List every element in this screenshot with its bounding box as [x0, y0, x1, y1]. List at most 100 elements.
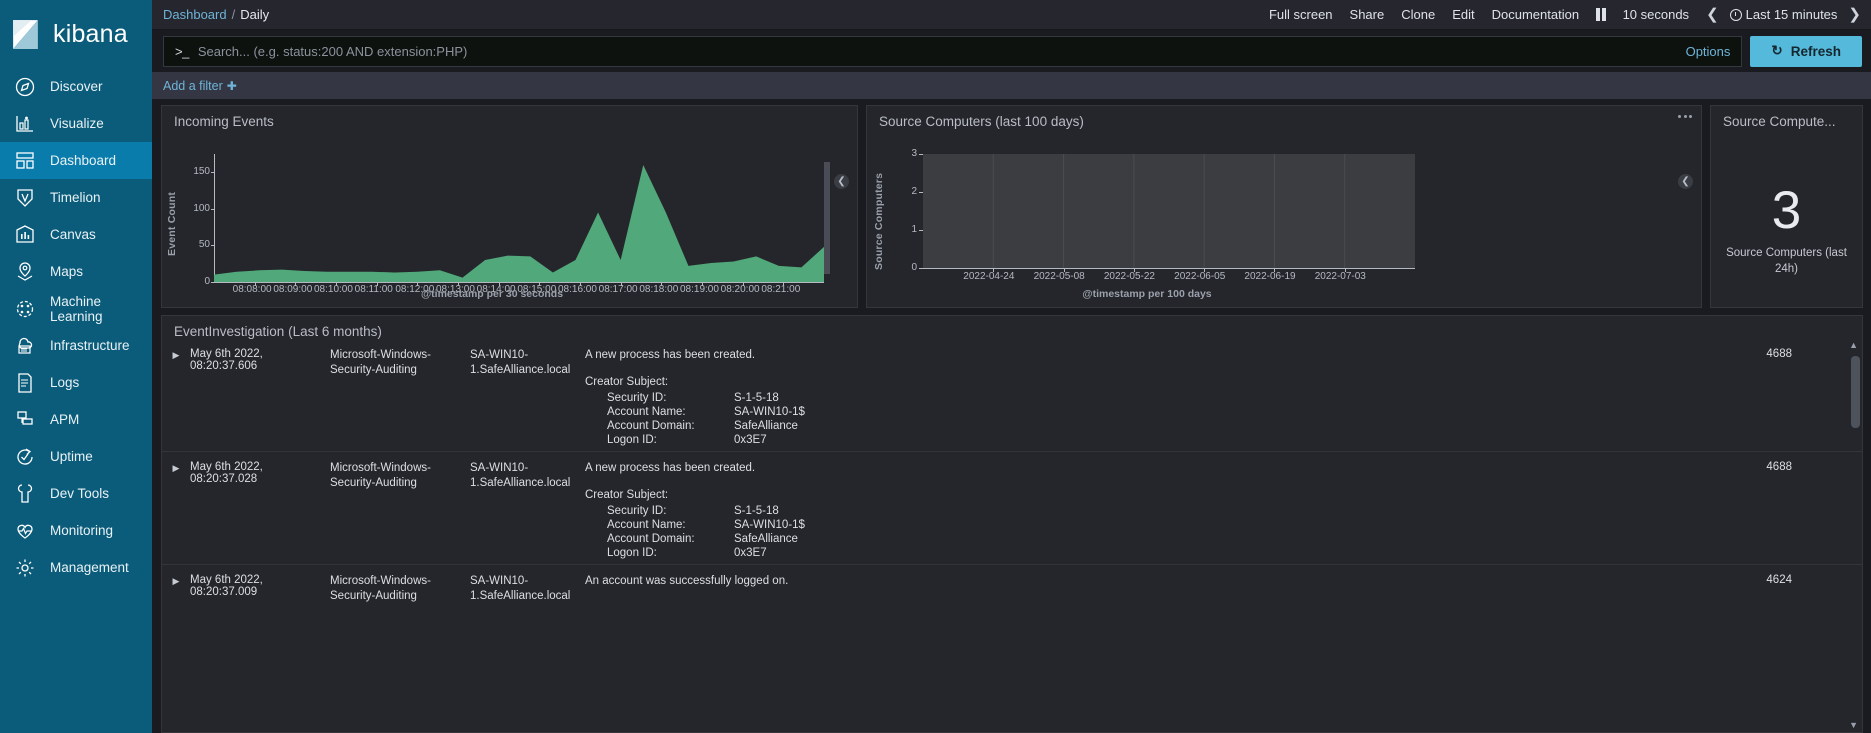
sidebar-item-label: Dev Tools: [50, 486, 110, 501]
event-message: An account was successfully logged on.: [585, 575, 789, 588]
kibana-logo-icon: [9, 18, 42, 51]
incoming-events-area-plot: [214, 164, 824, 282]
terminal-prompt-icon: >_: [175, 43, 189, 59]
sidebar-item-label: Discover: [50, 79, 103, 94]
event-provider: Microsoft-Windows-Security-Auditing: [330, 349, 431, 376]
y-tick-label: 0: [911, 262, 917, 273]
sidebar-item-label: Logs: [50, 375, 80, 390]
breadcrumb-current: Daily: [240, 7, 270, 22]
y-tick-label: 1: [911, 224, 917, 235]
top-bar-actions: Full screen Share Clone Edit Documentati…: [1269, 7, 1861, 22]
x-tick-mark: [1063, 268, 1065, 272]
x-tick-mark: [620, 282, 622, 286]
x-tick-label: 2022-05-22: [1103, 271, 1155, 282]
event-host: SA-WIN10-1.SafeAlliance.local: [470, 349, 571, 376]
clock-icon: [1729, 8, 1742, 21]
table-row[interactable]: ▶ May 6th 2022, 08:20:37.606 Microsoft-Win…: [162, 339, 1862, 451]
event-detail-line: Logon ID: 0x3E7: [585, 433, 1742, 447]
timelion-icon: [14, 187, 36, 209]
event-detail-line: Security ID: S-1-5-18: [585, 504, 1742, 518]
sidebar-item-visualize[interactable]: Visualize: [0, 105, 152, 142]
x-tick-mark: [1344, 268, 1346, 272]
breadcrumb-dashboard[interactable]: Dashboard: [163, 7, 227, 22]
metric-label: Source Computers (last 24h): [1726, 247, 1847, 275]
y-tick-label: 0: [204, 276, 210, 287]
pause-icon[interactable]: [1596, 8, 1606, 21]
event-detail-key: Account Domain:: [607, 420, 695, 433]
sidebar-item-dashboard[interactable]: Dashboard: [0, 142, 152, 179]
sidebar-item-management[interactable]: Management: [0, 549, 152, 586]
refresh-interval-label[interactable]: 10 seconds: [1623, 7, 1690, 22]
sidebar-item-machine-learning[interactable]: Machine Learning: [0, 290, 152, 327]
x-tick-mark: [295, 282, 297, 286]
event-detail-key: Security ID:: [607, 392, 667, 405]
refresh-icon: ↻: [1771, 43, 1783, 58]
event-provider: Microsoft-Windows-Security-Auditing: [330, 462, 431, 490]
search-box[interactable]: >_ Options: [163, 35, 1743, 67]
caret-up-icon[interactable]: ▲: [1849, 340, 1858, 350]
table-scrollbar[interactable]: ▲ ▼: [1849, 340, 1860, 730]
dashboard-board: Incoming Events Event Count 0 50 100 150 08…: [152, 99, 1871, 733]
x-tick-mark: [1274, 268, 1276, 272]
collapse-panel-icon-source[interactable]: ❮: [1678, 174, 1693, 189]
sidebar-item-dev-tools[interactable]: Dev Tools: [0, 475, 152, 512]
x-tick-label: 2022-07-03: [1314, 271, 1366, 282]
query-bar: >_ Options ↻ Refresh: [152, 30, 1871, 72]
table-row[interactable]: ▶ May 6th 2022, 08:20:37.009 Microsoft-Win…: [162, 564, 1862, 608]
caret-right-icon[interactable]: ▶: [162, 461, 190, 474]
options-button[interactable]: Options: [1676, 44, 1731, 59]
full-screen-button[interactable]: Full screen: [1269, 7, 1333, 22]
x-tick-mark: [458, 282, 459, 286]
panel-source-computers-metric: Source Compute... 3 Source Computers (la…: [1710, 105, 1863, 308]
x-tick-mark: [254, 282, 256, 286]
sidebar-item-timelion[interactable]: Timelion: [0, 179, 152, 216]
sidebar-item-monitoring[interactable]: Monitoring: [0, 512, 152, 549]
chevron-right-icon[interactable]: ❯: [1848, 7, 1861, 22]
time-picker: ❮ Last 15 minutes ❯: [1706, 7, 1861, 22]
x-tick-mark: [417, 282, 419, 286]
sidebar-item-canvas[interactable]: Canvas: [0, 216, 152, 253]
event-detail-value: SA-WIN10-1$: [734, 406, 805, 419]
documentation-button[interactable]: Documentation: [1492, 7, 1579, 22]
brand-logo-block[interactable]: kibana: [0, 0, 152, 68]
event-detail-block: Creator Subject: Security ID: S-1-5-18 Acco…: [585, 375, 1742, 447]
event-message: A new process has been created. Creator S…: [585, 461, 1742, 560]
refresh-button[interactable]: ↻ Refresh: [1750, 35, 1862, 67]
table-row[interactable]: ▶ May 6th 2022, 08:20:37.028 Microsoft-Win…: [162, 451, 1862, 564]
infrastructure-icon: [14, 335, 36, 357]
share-button[interactable]: Share: [1350, 7, 1385, 22]
event-detail-key: Security ID:: [607, 505, 667, 518]
chevron-left-icon[interactable]: ❮: [1706, 7, 1719, 22]
event-detail-line: Account Domain: SafeAlliance: [585, 532, 1742, 546]
clone-button[interactable]: Clone: [1401, 7, 1435, 22]
heartbeat-icon: [14, 520, 36, 542]
event-detail-key: Logon ID:: [607, 547, 657, 560]
edit-button[interactable]: Edit: [1452, 7, 1474, 22]
sidebar-item-maps[interactable]: Maps: [0, 253, 152, 290]
panel-resize-handle[interactable]: [824, 162, 830, 274]
ellipsis-icon[interactable]: [1678, 115, 1692, 118]
x-tick-label: 2022-05-08: [1033, 271, 1085, 282]
caret-down-icon[interactable]: ▼: [1849, 720, 1858, 730]
add-filter-button[interactable]: Add a filter ✚: [163, 79, 237, 93]
sidebar-item-discover[interactable]: Discover: [0, 68, 152, 105]
top-bar: Dashboard / Daily Full screen Share Clon…: [152, 0, 1871, 30]
event-message: A new process has been created. Creator S…: [585, 348, 1742, 447]
sidebar-item-label: Infrastructure: [50, 338, 130, 353]
event-detail-key: Account Domain:: [607, 533, 695, 546]
event-detail-header: Creator Subject:: [585, 376, 669, 389]
x-tick-mark: [376, 282, 378, 286]
collapse-panel-icon-incoming[interactable]: ❮: [834, 174, 849, 189]
sidebar-item-infrastructure[interactable]: Infrastructure: [0, 327, 152, 364]
metric-value: 3: [1771, 181, 1802, 240]
caret-right-icon[interactable]: ▶: [162, 348, 190, 361]
sidebar-item-apm[interactable]: APM: [0, 401, 152, 438]
sidebar-item-logs[interactable]: Logs: [0, 364, 152, 401]
sidebar-item-label: Visualize: [50, 116, 104, 131]
scrollbar-thumb[interactable]: [1851, 356, 1860, 428]
search-input[interactable]: [197, 43, 1676, 59]
caret-right-icon[interactable]: ▶: [162, 574, 190, 587]
time-range-button[interactable]: Last 15 minutes: [1729, 7, 1837, 22]
sidebar-item-uptime[interactable]: Uptime: [0, 438, 152, 475]
x-tick-label: 2022-04-24: [963, 271, 1015, 282]
